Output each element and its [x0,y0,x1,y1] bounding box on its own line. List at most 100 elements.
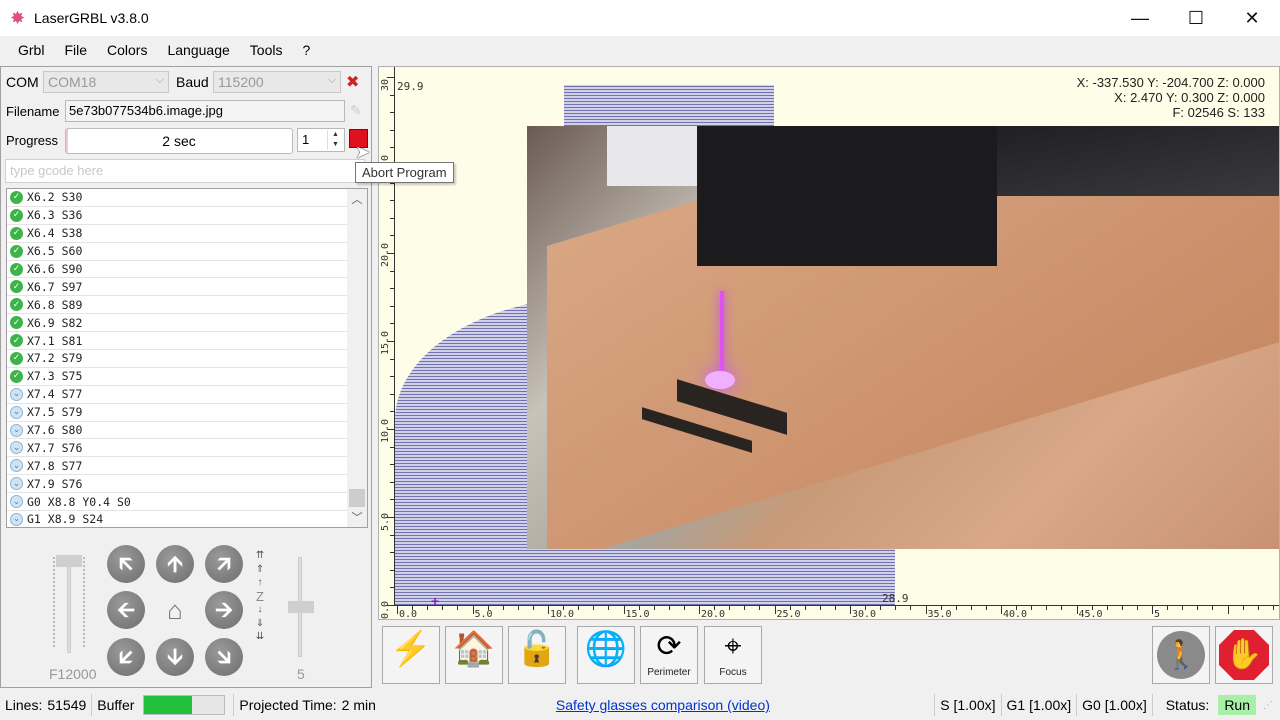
z-up-large-icon[interactable]: ⇈ [253,549,267,563]
minimize-button[interactable]: — [1112,0,1168,36]
scroll-thumb[interactable] [349,489,365,507]
jog-ne-button[interactable]: 🡭 [205,545,243,583]
gcode-line[interactable]: ⌄ X7.9 S76 [7,475,348,494]
menu-colors[interactable]: Colors [97,42,157,58]
pending-circle-icon: ⌄ [10,512,23,526]
scroll-down-icon[interactable]: ﹀ [347,509,367,525]
z-down-small-icon[interactable]: ↓ [253,603,267,617]
gcode-line[interactable]: ⌄ X7.5 S79 [7,404,348,422]
passes-stepper[interactable]: 1 ▲ ▼ [297,128,345,152]
window-title: LaserGRBL v3.8.0 [34,10,149,26]
preview-canvas[interactable]: 0.0 5.0 10.0 15.0 20.0 25.0 30 0.0 5.0 10.0 15.0 2… [378,66,1280,620]
y-tick [390,411,395,413]
filename-label: Filename [6,104,60,119]
x-tick [774,606,776,614]
menu-tools[interactable]: Tools [240,42,293,58]
projected-time-label: Projected Time: [239,697,337,713]
z-up-medium-icon[interactable]: ⇑ [253,563,267,577]
baud-select[interactable]: 115200 ⌵ [213,71,341,93]
gcode-line[interactable]: ⌄ X7.8 S77 [7,457,348,476]
crosshair-icon: ⌖ [724,630,742,663]
gcode-line[interactable]: ✓ X7.1 S81 [7,332,348,351]
stepper-arrows[interactable]: ▲ ▼ [327,130,343,150]
safety-glasses-link[interactable]: Safety glasses comparison (video) [556,697,770,713]
gcode-line[interactable]: ✓ X6.3 S36 [7,207,348,225]
menu-grbl[interactable]: Grbl [8,42,54,58]
buffer-fill [144,696,193,714]
focus-caption: Focus [719,667,747,678]
gcode-line[interactable]: ✓ X6.2 S30 [7,189,348,207]
homing-button[interactable]: 🏠 [445,626,503,684]
menu-help[interactable]: ? [292,42,320,58]
jog-se-button[interactable]: 🡮 [205,638,243,676]
gcode-line[interactable]: ⌄ G0 X8.8 Y0.4 S0 [7,493,348,512]
gcode-line-text: G0 X8.8 Y0.4 S0 [27,494,131,509]
gcode-line[interactable]: ✓ X6.5 S60 [7,243,348,261]
jog-e-button[interactable]: 🡪 [205,591,243,629]
speed-label: F12000 [49,666,97,682]
check-circle-icon: ✓ [10,351,23,365]
jog-s-button[interactable]: 🡫 [156,638,194,676]
speed-slider-track[interactable] [67,557,71,653]
speed-slider-thumb[interactable] [56,555,82,567]
scroll-up-icon[interactable]: ︿ [347,191,367,207]
check-circle-icon: ✓ [10,244,23,258]
gcode-line-text: X7.3 S75 [27,369,83,384]
gcode-line[interactable]: ✓ X6.7 S97 [7,278,348,297]
x-tick [819,606,821,610]
x-tick [985,606,987,610]
gcode-line[interactable]: ⌄ X7.7 S76 [7,439,348,458]
unlock-button[interactable]: 🔓 [508,626,566,684]
scrollbar[interactable]: ︿ ﹀ [347,189,367,527]
pending-circle-icon: ⌄ [10,495,23,509]
gcode-line[interactable]: ⌄ X7.4 S77 [7,386,348,404]
x-ruler: 0.0 5.0 10.0 15.0 20.0 25.0 30.0 35.0 40.0 45.0 5 [395,605,1279,619]
check-circle-icon: ✓ [10,316,23,330]
g1-override[interactable]: G1 [1.00x] [1002,697,1077,713]
focus-button[interactable]: ⌖ Focus [704,626,762,684]
perimeter-button[interactable]: ⟳ Perimeter [640,626,698,684]
gcode-line[interactable]: ⌄ X7.6 S80 [7,422,348,440]
gcode-line[interactable]: ✓ X6.6 S90 [7,261,348,279]
jog-w-button[interactable]: 🡨 [107,591,145,629]
gcode-line[interactable]: ⌄ G1 X8.9 S24 [7,511,348,527]
menu-language[interactable]: Language [157,42,239,58]
jog-nw-button[interactable]: 🡬 [107,545,145,583]
z-label: Z [256,588,264,604]
home-search-icon: 🏠 [452,630,496,668]
close-button[interactable]: ✕ [1224,0,1280,36]
com-select[interactable]: COM18 ⌵ [43,71,169,93]
gcode-line[interactable]: ✓ X6.8 S89 [7,296,348,315]
spindle-override[interactable]: S [1.00x] [935,697,1000,713]
step-slider-thumb[interactable] [288,601,314,613]
gcode-input[interactable]: type gcode here [5,159,365,183]
z-up-small-icon[interactable]: ↑ [253,576,267,590]
filename-field[interactable]: 5e73b077534b6.image.jpg [65,100,345,122]
g0-override[interactable]: G0 [1.00x] [1077,697,1152,713]
jog-home-button[interactable]: ⌂ [156,591,194,629]
gcode-list[interactable]: ✓ X6.2 S30 ✓ X6.3 S36 ✓ X6.4 S38 ✓ X6.5 S60 ✓ X6.… [6,188,368,528]
z-jog-controls: ⇈ ⇑ ↑ Z ↓ ⇓ ⇊ [253,549,267,644]
gcode-line[interactable]: ✓ X6.4 S38 [7,225,348,243]
eraser-icon[interactable]: ✎ [350,102,362,119]
gcode-line[interactable]: ✓ X7.2 S79 [7,350,348,368]
check-circle-icon: ✓ [10,208,23,222]
feed-speed: F: 02546 S: 133 [1172,105,1265,120]
x-tick [1031,606,1033,610]
x-tick [1121,606,1123,610]
jog-sw-button[interactable]: 🡯 [107,638,145,676]
jog-n-button[interactable]: 🡩 [156,545,194,583]
gcode-line[interactable]: ✓ X6.9 S82 [7,314,348,333]
walk-button[interactable]: 🚶 [1152,626,1210,684]
reset-grbl-button[interactable]: ⚡ [382,626,440,684]
x-tick [1152,606,1153,614]
menu-file[interactable]: File [54,42,97,58]
gcode-line[interactable]: ✓ X7.3 S75 [7,368,348,386]
z-down-medium-icon[interactable]: ⇓ [253,617,267,631]
disconnect-icon[interactable]: ✖ [346,72,359,92]
maximize-button[interactable]: ☐ [1168,0,1224,36]
x-tick [714,606,716,610]
emergency-stop-button[interactable]: ✋ [1215,626,1273,684]
z-down-large-icon[interactable]: ⇊ [253,630,267,644]
user-origin-button[interactable]: 🌐 [577,626,635,684]
